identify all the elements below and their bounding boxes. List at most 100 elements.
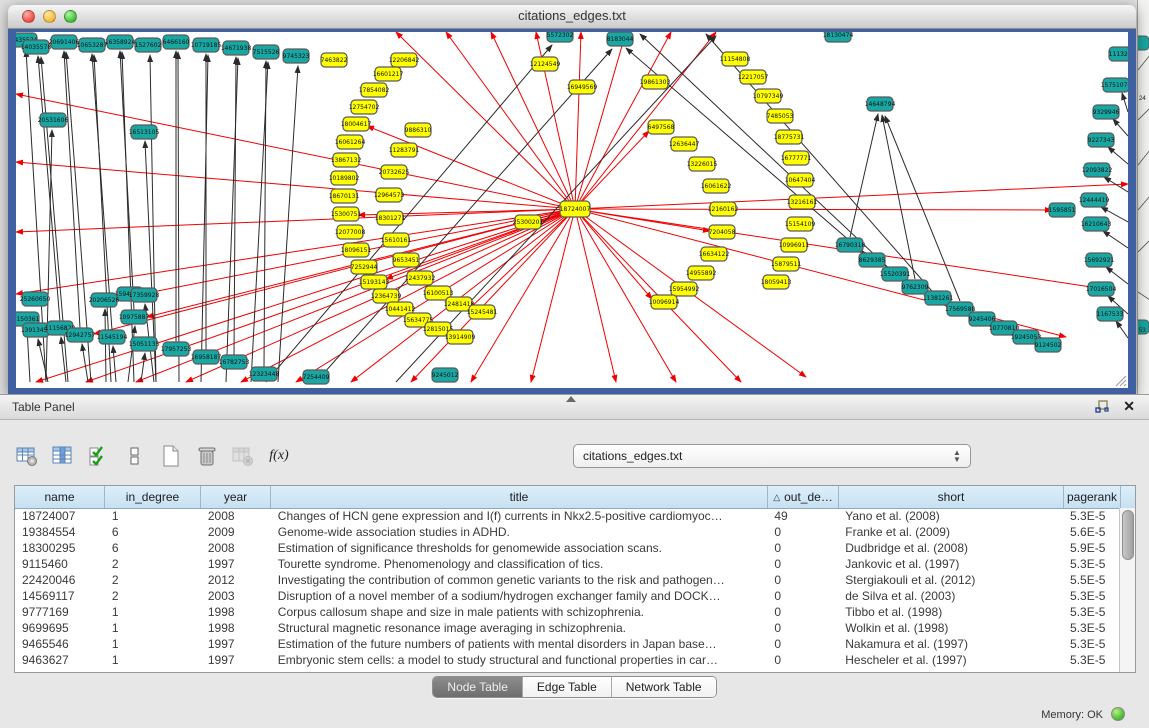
network-node[interactable]: 25300201 xyxy=(513,215,544,229)
network-node[interactable]: 14035578 xyxy=(21,40,52,54)
network-node[interactable]: 15954992 xyxy=(669,282,700,296)
network-node[interactable]: 14671938 xyxy=(221,41,252,55)
network-node[interactable]: 7204058 xyxy=(709,225,736,239)
table-row[interactable]: 946362711997Embryonic stem cells: a mode… xyxy=(15,652,1120,668)
network-node[interactable]: 16513105 xyxy=(129,125,160,139)
network-node[interactable]: 18004617 xyxy=(341,117,372,131)
network-node[interactable]: 10189802 xyxy=(329,171,360,185)
network-node[interactable]: 12437932 xyxy=(405,271,436,285)
network-node[interactable]: 6497568 xyxy=(648,120,675,134)
network-node[interactable]: 12754702 xyxy=(349,100,380,114)
network-node[interactable]: 16949569 xyxy=(567,80,598,94)
network-node[interactable]: 11154808 xyxy=(720,52,751,66)
network-node[interactable]: 13226015 xyxy=(687,157,718,171)
show-columns-button[interactable] xyxy=(50,443,76,469)
network-node[interactable]: 20732625 xyxy=(379,165,410,179)
network-node[interactable]: 18670131 xyxy=(329,189,360,203)
function-builder-button[interactable]: f(x) xyxy=(266,443,292,469)
network-node[interactable]: 17359928 xyxy=(129,288,160,302)
table-row[interactable]: 1938455462009Genome-wide association stu… xyxy=(15,524,1120,540)
network-node[interactable]: 16777771 xyxy=(781,151,812,165)
network-view-window[interactable]: citations_edges.txt 64355741403557820691… xyxy=(8,5,1136,394)
network-node[interactable]: 1167533 xyxy=(1097,307,1124,321)
network-node[interactable]: 7515526 xyxy=(253,45,280,59)
network-node[interactable]: 9886310 xyxy=(405,123,432,137)
window-titlebar[interactable]: citations_edges.txt xyxy=(8,5,1136,29)
network-node[interactable]: 9245012 xyxy=(432,368,459,382)
splitter-handle[interactable] xyxy=(566,396,576,402)
table-row[interactable]: 1872400712008Changes of HCN gene express… xyxy=(15,508,1120,524)
resize-grip-icon[interactable] xyxy=(1113,373,1127,387)
network-node[interactable]: 9227343 xyxy=(1088,133,1115,147)
table-panel-header[interactable]: Table Panel ✕ xyxy=(0,395,1149,420)
table-row[interactable]: 969969511998Structural magnetic resonanc… xyxy=(15,620,1120,636)
network-node[interactable]: 15154109 xyxy=(785,217,816,231)
network-node[interactable]: 16061622 xyxy=(701,179,732,193)
table-row[interactable]: 1456911722003Disruption of a novel membe… xyxy=(15,588,1120,604)
row-height-button[interactable] xyxy=(122,443,148,469)
network-canvas-svg[interactable]: 6435574140355782069140610653287163589241… xyxy=(16,32,1128,388)
network-node[interactable]: 12636447 xyxy=(669,137,700,151)
network-node[interactable]: 19861303 xyxy=(640,75,671,89)
network-node[interactable]: 9762309 xyxy=(902,280,929,294)
network-node[interactable]: 18059413 xyxy=(761,275,792,289)
delete-column-button[interactable] xyxy=(194,443,220,469)
column-header-name[interactable]: name xyxy=(15,486,105,508)
network-node[interactable]: 10996911 xyxy=(779,238,810,252)
network-node[interactable]: 18096151 xyxy=(341,243,372,257)
table-row[interactable]: 946554611997Estimation of the future num… xyxy=(15,636,1120,652)
table-row[interactable]: 2242004622012Investigating the contribut… xyxy=(15,572,1120,588)
column-header-year[interactable]: year xyxy=(201,486,271,508)
network-node[interactable]: 12206842 xyxy=(389,53,420,67)
network-node[interactable]: 18301271 xyxy=(375,211,406,225)
new-column-button[interactable] xyxy=(158,443,184,469)
network-node[interactable]: 10975887 xyxy=(119,310,150,324)
network-node[interactable]: 12364739 xyxy=(371,289,402,303)
network-node[interactable]: 5572302 xyxy=(547,32,574,42)
column-header-short[interactable]: short xyxy=(839,486,1064,508)
network-node[interactable]: 12323448 xyxy=(249,367,280,381)
table-row[interactable]: 911546021997Tourette syndrome. Phenomeno… xyxy=(15,556,1120,572)
column-header-out_de[interactable]: △out_de… xyxy=(768,486,839,508)
network-node[interactable]: 10647404 xyxy=(785,173,816,187)
network-node[interactable]: 16210643 xyxy=(1081,217,1112,231)
network-node[interactable]: 12964573 xyxy=(374,188,405,202)
network-node[interactable]: 18775731 xyxy=(774,130,805,144)
network-node[interactable]: 15610161 xyxy=(381,233,412,247)
network-node[interactable]: 6466160 xyxy=(163,35,190,49)
network-node[interactable]: 12942757 xyxy=(65,328,96,342)
network-node[interactable]: 15051135 xyxy=(129,337,160,351)
network-node[interactable]: 11545194 xyxy=(97,330,128,344)
column-header-pagerank[interactable]: pagerank xyxy=(1064,486,1121,508)
network-node[interactable]: 10096914 xyxy=(649,295,680,309)
network-node[interactable]: 10653287 xyxy=(77,38,108,52)
tab-edge-table[interactable]: Edge Table xyxy=(523,677,612,697)
network-node[interactable]: 13216161 xyxy=(787,195,818,209)
network-node[interactable]: 15692921 xyxy=(1084,253,1115,267)
network-node[interactable]: 12217057 xyxy=(738,70,769,84)
network-node[interactable]: 16958187 xyxy=(191,350,222,364)
network-node[interactable]: 14955892 xyxy=(686,266,717,280)
network-node[interactable]: 14648794 xyxy=(865,97,896,111)
network-node[interactable]: 16358924 xyxy=(105,35,136,49)
network-node[interactable]: 9329946 xyxy=(1093,105,1120,119)
network-node[interactable]: 10719185 xyxy=(191,38,222,52)
table-settings-button[interactable] xyxy=(14,443,40,469)
network-node[interactable]: 18724007 xyxy=(560,201,591,217)
network-node[interactable]: 16782753 xyxy=(219,355,250,369)
network-node[interactable]: 15520391 xyxy=(880,267,911,281)
network-node[interactable]: 20691406 xyxy=(49,35,80,49)
network-node[interactable]: 15193143 xyxy=(359,275,390,289)
network-node[interactable]: 20531606 xyxy=(38,113,69,127)
network-node[interactable]: 1113245 xyxy=(1109,47,1128,61)
network-node[interactable]: 7463822 xyxy=(321,53,348,67)
network-node[interactable]: 12093822 xyxy=(1082,163,1113,177)
network-node[interactable]: 1527602 xyxy=(135,38,162,52)
network-node[interactable]: 1595851 xyxy=(1049,203,1076,217)
network-node[interactable]: 9124502 xyxy=(1035,338,1062,352)
network-node[interactable]: 12124549 xyxy=(530,57,561,71)
table-scrollbar[interactable] xyxy=(1119,508,1135,672)
network-node[interactable]: 7252944 xyxy=(351,260,378,274)
network-node[interactable]: 16601217 xyxy=(373,67,404,81)
network-node[interactable]: 15300751 xyxy=(331,207,362,221)
